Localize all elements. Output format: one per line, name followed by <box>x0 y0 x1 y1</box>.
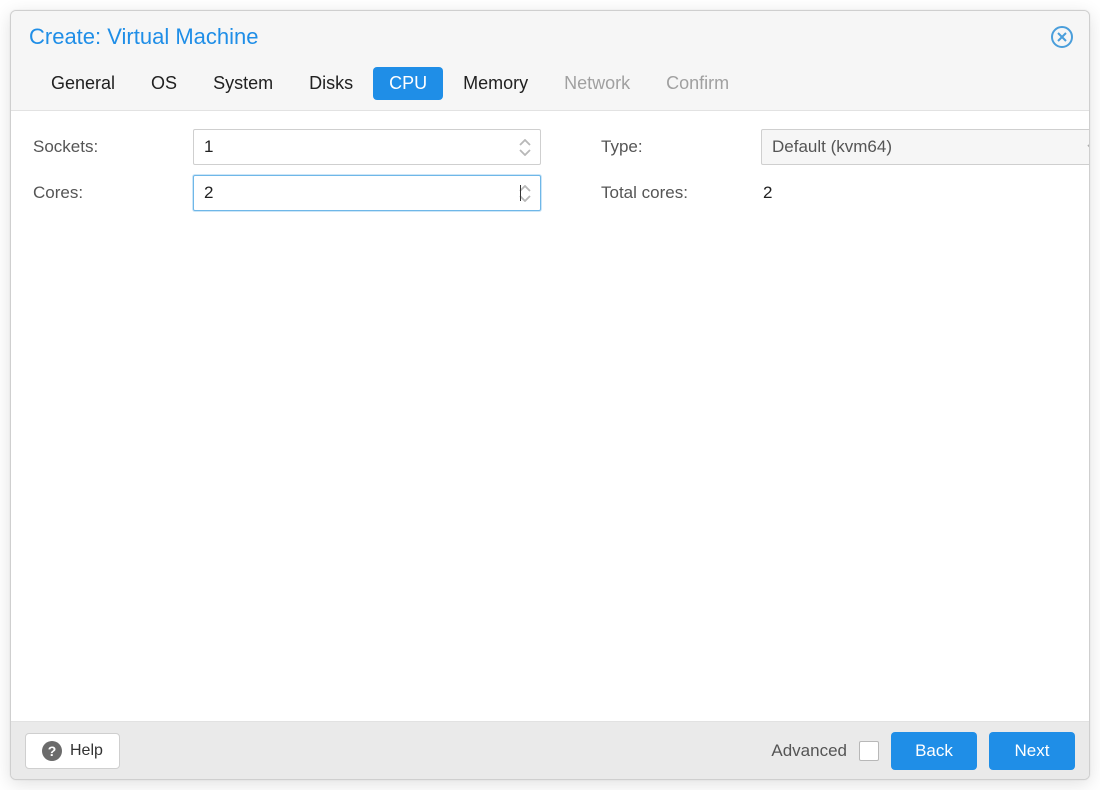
sockets-value[interactable]: 1 <box>204 137 518 157</box>
sockets-label: Sockets: <box>33 137 193 157</box>
dialog-body: Sockets: 1 Type: Default (kvm64) Cores: … <box>11 111 1089 721</box>
help-icon: ? <box>42 741 62 761</box>
tab-network: Network <box>548 67 646 100</box>
help-label: Help <box>70 742 103 760</box>
type-value: Default (kvm64) <box>772 137 892 157</box>
next-button[interactable]: Next <box>989 732 1075 770</box>
close-button[interactable] <box>1049 24 1075 50</box>
cpu-form: Sockets: 1 Type: Default (kvm64) Cores: … <box>33 129 1067 211</box>
chevron-down-icon <box>1086 137 1090 157</box>
sockets-spinner[interactable] <box>518 139 532 156</box>
total-cores-label: Total cores: <box>601 183 761 203</box>
tab-memory[interactable]: Memory <box>447 67 544 100</box>
tab-os[interactable]: OS <box>135 67 193 100</box>
back-button[interactable]: Back <box>891 732 977 770</box>
advanced-label: Advanced <box>771 741 847 761</box>
dialog-footer: ? Help Advanced Back Next <box>11 721 1089 779</box>
footer-right: Advanced Back Next <box>771 732 1075 770</box>
chevron-down-icon <box>519 148 531 156</box>
tab-cpu[interactable]: CPU <box>373 67 443 100</box>
tab-general[interactable]: General <box>35 67 131 100</box>
wizard-tabbar: General OS System Disks CPU Memory Netwo… <box>11 63 1089 111</box>
help-button[interactable]: ? Help <box>25 733 120 769</box>
type-dropdown[interactable]: Default (kvm64) <box>761 129 1090 165</box>
tab-confirm: Confirm <box>650 67 745 100</box>
close-icon <box>1050 25 1074 49</box>
type-label: Type: <box>601 137 761 157</box>
cores-value[interactable]: 2 <box>204 183 518 203</box>
advanced-checkbox[interactable] <box>859 741 879 761</box>
titlebar: Create: Virtual Machine <box>11 11 1089 63</box>
total-cores-value: 2 <box>761 183 1090 203</box>
tab-system[interactable]: System <box>197 67 289 100</box>
create-vm-dialog: Create: Virtual Machine General OS Syste… <box>10 10 1090 780</box>
dialog-title: Create: Virtual Machine <box>29 24 259 50</box>
sockets-field[interactable]: 1 <box>193 129 541 165</box>
cores-label: Cores: <box>33 183 193 203</box>
chevron-up-icon <box>519 139 531 147</box>
cores-field[interactable]: 2 <box>193 175 541 211</box>
tab-disks[interactable]: Disks <box>293 67 369 100</box>
